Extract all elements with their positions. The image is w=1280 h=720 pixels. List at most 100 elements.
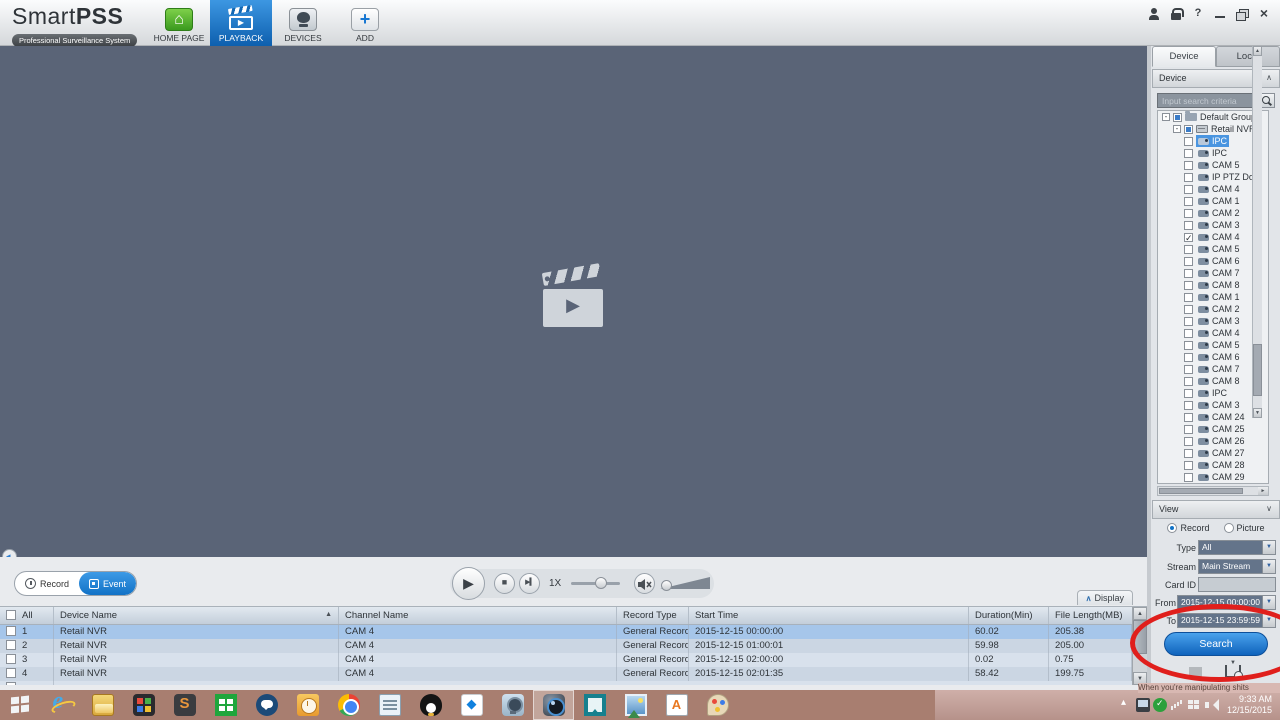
taskbar-paint[interactable]: [697, 690, 738, 720]
channel-item[interactable]: CAM 7: [1196, 363, 1242, 375]
card-id-input[interactable]: [1198, 577, 1276, 592]
collapse-expander-icon[interactable]: -: [1173, 125, 1181, 133]
show-hidden-icons-icon[interactable]: [1119, 697, 1133, 712]
channel-item[interactable]: CAM 1: [1196, 291, 1242, 303]
next-frame-button[interactable]: [519, 573, 540, 594]
user-icon[interactable]: [1146, 7, 1162, 21]
taskbar-chrome[interactable]: [328, 690, 369, 720]
close-icon[interactable]: [1256, 7, 1272, 21]
channel-checkbox[interactable]: [1184, 208, 1193, 218]
search-button[interactable]: Search: [1164, 632, 1268, 656]
channel-checkbox[interactable]: [1184, 268, 1193, 278]
channel-item[interactable]: IPC: [1196, 147, 1229, 159]
signal-tray-icon[interactable]: [1170, 698, 1184, 712]
stop-button[interactable]: [494, 573, 515, 594]
taskbar-smartpss-taskbar[interactable]: [533, 690, 574, 720]
channel-checkbox[interactable]: [1184, 400, 1193, 410]
channel-checkbox[interactable]: [1184, 160, 1193, 170]
network-tray-icon[interactable]: [1187, 698, 1201, 712]
radio-picture[interactable]: Picture: [1223, 523, 1265, 533]
scrollbar-thumb[interactable]: [1159, 488, 1243, 494]
partial-checkbox[interactable]: [1173, 112, 1182, 122]
volume-slider[interactable]: [660, 577, 710, 591]
channel-item[interactable]: CAM 6: [1196, 255, 1242, 267]
tree-horizontal-scrollbar[interactable]: ►: [1157, 486, 1269, 496]
channel-checkbox[interactable]: [1184, 364, 1193, 374]
column-record-type[interactable]: Record Type: [617, 607, 689, 624]
channel-item[interactable]: CAM 24: [1196, 411, 1247, 423]
taskbar-image-viewer[interactable]: [574, 690, 615, 720]
channel-checkbox[interactable]: [1184, 148, 1193, 158]
row-checkbox[interactable]: [6, 640, 16, 650]
taskbar-qq[interactable]: [410, 690, 451, 720]
taskbar-internet-explorer[interactable]: [41, 688, 82, 720]
minimize-icon[interactable]: [1212, 7, 1228, 21]
from-datetime-picker[interactable]: 2015-12-15 00:00:00 ▼: [1177, 595, 1276, 610]
video-playback-area[interactable]: [0, 46, 1147, 564]
column-all[interactable]: All: [0, 607, 54, 624]
channel-checkbox[interactable]: [1184, 388, 1193, 398]
table-row-4[interactable]: 4 Retail NVR CAM 4 General Record 2015-12-15…: [0, 667, 1132, 681]
channel-item[interactable]: CAM 2: [1196, 207, 1242, 219]
channel-checkbox[interactable]: [1184, 136, 1193, 146]
taskbar-notepad[interactable]: [369, 690, 410, 720]
channel-checkbox[interactable]: [1184, 448, 1193, 458]
channel-item[interactable]: CAM 7: [1196, 267, 1242, 279]
channel-checkbox[interactable]: [1184, 244, 1193, 254]
channel-item[interactable]: IPC: [1196, 387, 1229, 399]
lock-icon[interactable]: [1168, 7, 1184, 21]
channel-item[interactable]: CAM 4: [1196, 183, 1242, 195]
channel-item[interactable]: CAM 29: [1196, 471, 1247, 483]
scrollbar-thumb[interactable]: [1133, 620, 1147, 654]
scroll-up-button[interactable]: ▲: [1253, 46, 1262, 56]
channel-checkbox[interactable]: [1184, 376, 1193, 386]
tree-channel-cam-25-24[interactable]: CAM 25: [1158, 423, 1268, 435]
channel-item[interactable]: CAM 3: [1196, 219, 1242, 231]
event-mode-button[interactable]: Event: [79, 572, 137, 595]
collapse-expander-icon[interactable]: -: [1162, 113, 1170, 121]
channel-item[interactable]: CAM 6: [1196, 351, 1242, 363]
channel-item[interactable]: CAM 8: [1196, 375, 1242, 387]
nav-tab-add[interactable]: ADD: [334, 0, 396, 46]
channel-checkbox[interactable]: [1184, 412, 1193, 422]
channel-item[interactable]: CAM 5: [1196, 339, 1242, 351]
column-duration[interactable]: Duration(Min): [969, 607, 1049, 624]
row-select-cell[interactable]: 4: [0, 667, 54, 681]
display-toggle[interactable]: ∧ Display: [1076, 590, 1133, 605]
scroll-right-button[interactable]: ►: [1258, 487, 1268, 495]
channel-checkbox[interactable]: [1184, 196, 1193, 206]
channel-checkbox[interactable]: [1184, 316, 1193, 326]
tab-local[interactable]: Local: [1216, 46, 1280, 67]
volume-slider-thumb[interactable]: [660, 580, 672, 591]
restore-icon[interactable]: [1234, 7, 1250, 21]
taskbar-dropbox[interactable]: [451, 690, 492, 720]
taskbar-outlook[interactable]: [287, 690, 328, 720]
taskbar-sublime-text[interactable]: [164, 690, 205, 720]
taskbar-file-explorer[interactable]: [82, 690, 123, 720]
radio-record[interactable]: Record: [1167, 523, 1210, 533]
device-search-input[interactable]: [1157, 93, 1258, 108]
row-select-cell[interactable]: 1: [0, 625, 54, 639]
channel-checkbox[interactable]: [1184, 352, 1193, 362]
channel-item[interactable]: IP PTZ Do: [1196, 171, 1256, 183]
mute-button[interactable]: [633, 573, 655, 594]
dropdown-arrow-icon[interactable]: ▼: [1262, 596, 1275, 609]
dropdown-arrow-icon[interactable]: ▼: [1262, 560, 1275, 573]
volume-tray-icon[interactable]: [1204, 698, 1219, 712]
table-row-3[interactable]: 3 Retail NVR CAM 4 General Record 2015-12-15…: [0, 653, 1132, 667]
channel-item[interactable]: CAM 25: [1196, 423, 1247, 435]
type-dropdown[interactable]: All ▼: [1198, 540, 1276, 555]
column-channel-name[interactable]: Channel Name: [339, 607, 617, 624]
channel-item[interactable]: IPC: [1196, 135, 1230, 147]
dropdown-arrow-icon[interactable]: ▼: [1262, 614, 1275, 627]
tab-device[interactable]: Device: [1152, 46, 1216, 67]
nav-tab-playback[interactable]: PLAYBACK: [210, 0, 272, 46]
taskbar-chat-app[interactable]: [246, 690, 287, 720]
channel-item[interactable]: CAM 2: [1196, 303, 1242, 315]
tree-channel-cam-28-27[interactable]: CAM 28: [1158, 459, 1268, 471]
channel-item[interactable]: CAM 4: [1196, 231, 1242, 243]
channel-item[interactable]: CAM 27: [1196, 447, 1247, 459]
channel-checkbox[interactable]: [1184, 280, 1193, 290]
channel-checkbox[interactable]: [1184, 424, 1193, 434]
channel-checkbox[interactable]: [1184, 328, 1193, 338]
